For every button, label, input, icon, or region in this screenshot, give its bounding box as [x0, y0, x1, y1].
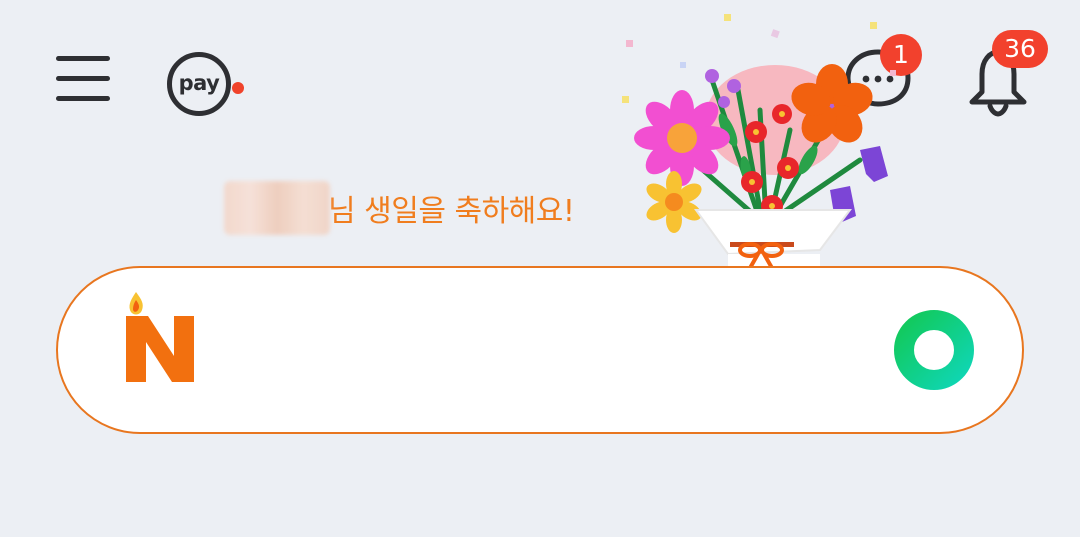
search-input[interactable] — [220, 325, 864, 377]
green-circle-search-icon[interactable] — [894, 310, 974, 390]
flower-bouquet-illustration — [622, 14, 896, 272]
naver-n-birthday-candle-logo[interactable] — [122, 290, 198, 384]
blurred-user-name — [224, 181, 330, 235]
hamburger-menu-icon[interactable] — [52, 52, 114, 106]
pay-button[interactable]: pay — [165, 44, 244, 120]
notifications-button[interactable]: 36 — [962, 30, 1058, 118]
greeting-text: 님 생일을 축하해요! — [328, 194, 575, 229]
pay-icon: pay — [167, 52, 231, 116]
new-indicator-dot — [232, 82, 244, 94]
birthday-greeting: 님 생일을 축하해요! — [224, 180, 575, 236]
pay-label: pay — [178, 70, 220, 95]
notification-badge: 36 — [992, 30, 1048, 68]
